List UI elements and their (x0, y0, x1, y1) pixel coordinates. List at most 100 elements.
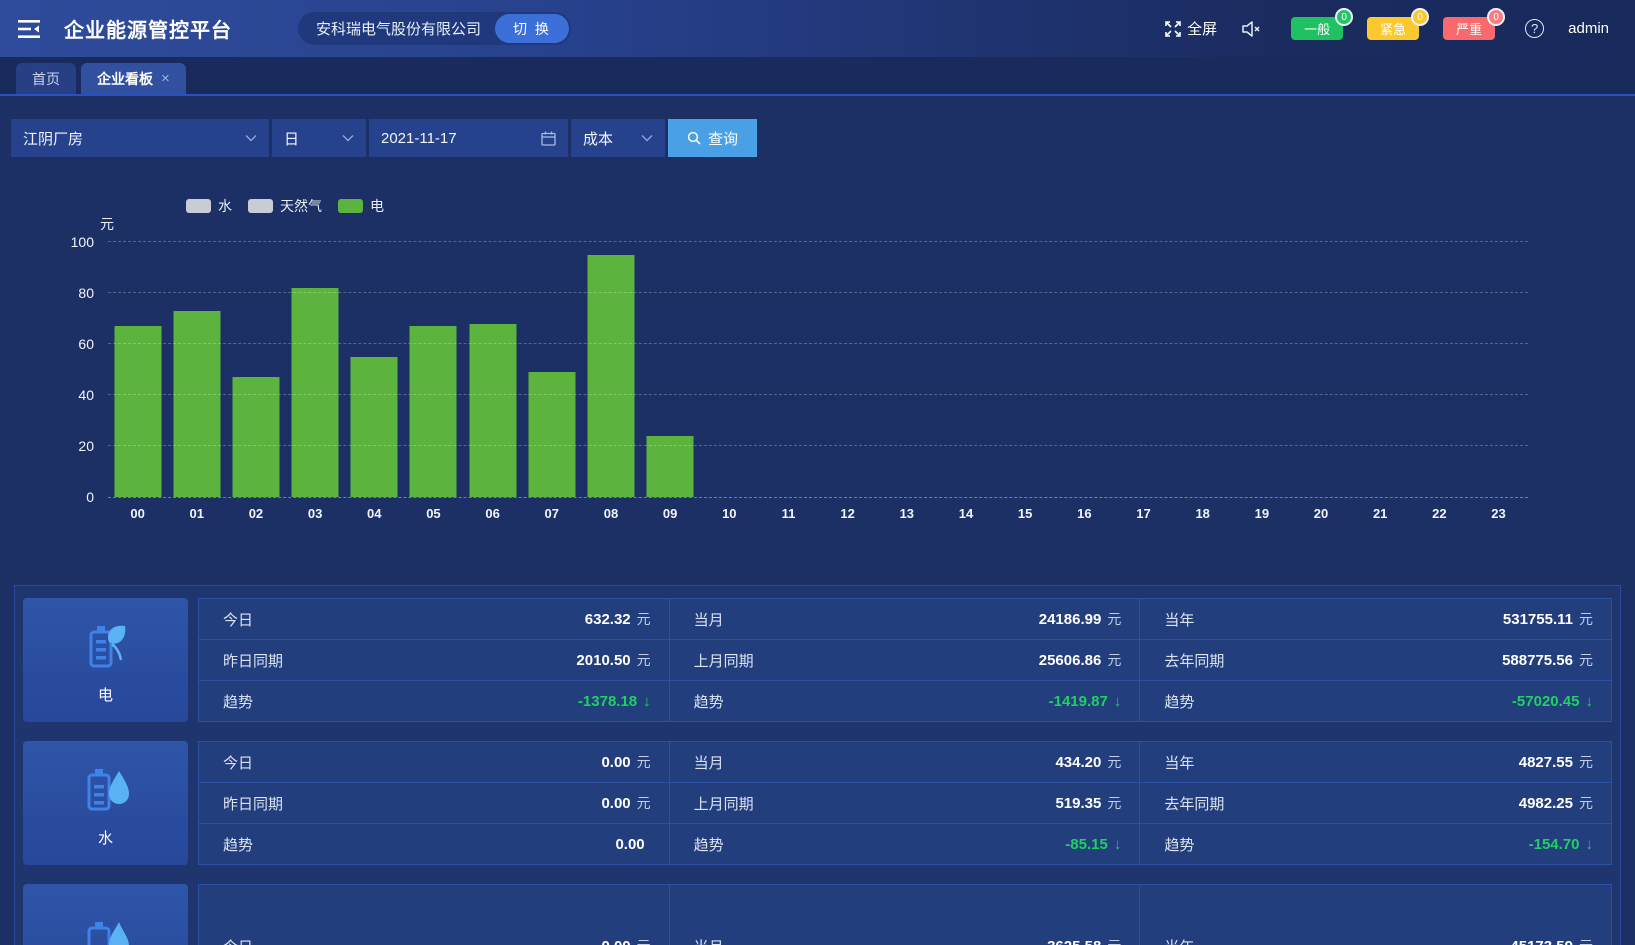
bar-slot (581, 243, 640, 497)
page-title: 企业能源管控平台 (64, 14, 232, 43)
period-select-value: 日 (284, 128, 299, 149)
x-axis-tick: 10 (700, 506, 759, 521)
cell-value: 45173.59 元 (1510, 936, 1593, 945)
alarm-badge[interactable]: 一般 0 (1291, 17, 1343, 40)
cell-value: 531755.11 元 (1503, 609, 1593, 629)
bar-slot (1351, 243, 1410, 497)
company-name: 安科瑞电气股份有限公司 (316, 18, 481, 39)
cell-label: 趋势 (1164, 834, 1194, 855)
card-column: 当月 24186.99 元 上月同期 25606.86 元 趋势 -1419.8… (670, 599, 1141, 721)
legend-label: 电 (370, 196, 384, 216)
cell-label: 趋势 (223, 691, 253, 712)
cell-label: 当月 (694, 609, 724, 630)
cell-label: 上月同期 (694, 650, 754, 671)
chevron-down-icon (641, 134, 653, 142)
user-menu[interactable]: admin (1568, 20, 1609, 37)
chevron-down-icon (342, 134, 354, 142)
tab[interactable]: 首页 (16, 63, 76, 94)
cell-value: -85.15 ↓ (1065, 836, 1121, 853)
card-column: 当年 531755.11 元 去年同期 588775.56 元 趋势 -5702… (1140, 599, 1611, 721)
alarm-badge-label: 严重 (1456, 19, 1482, 38)
switch-company-button[interactable]: 切 换 (495, 14, 569, 43)
sidebar-fold-icon[interactable] (16, 16, 42, 42)
cell-label: 当年 (1164, 936, 1194, 945)
x-axis-tick: 00 (108, 506, 167, 521)
site-select[interactable]: 江阴厂房 (11, 119, 269, 157)
card-column: 今日 0.00 元 (199, 885, 670, 945)
metric-select-value: 成本 (583, 128, 613, 149)
trend-down-icon: ↓ (643, 693, 651, 710)
legend-item[interactable]: 水 (186, 196, 232, 216)
table-cell: 趋势 -85.15 ↓ (670, 824, 1140, 864)
calendar-icon (541, 131, 556, 146)
chart-plot-area (108, 243, 1528, 498)
tab-label: 企业看板 (97, 69, 153, 89)
table-cell: 昨日同期 2010.50 元 (199, 640, 669, 681)
cell-label: 去年同期 (1164, 793, 1224, 814)
energy-card-label: 电 (98, 684, 113, 705)
cell-value: 519.35 元 (1055, 793, 1121, 813)
query-button[interactable]: 查询 (668, 119, 757, 157)
y-axis-tick: 0 (30, 489, 94, 505)
legend-item[interactable]: 电 (338, 196, 384, 216)
card-column: 今日 632.32 元 昨日同期 2010.50 元 趋势 -1378.18 ↓ (199, 599, 670, 721)
energy-card-table: 今日 0.00 元 昨日同期 0.00 元 趋势 0.00 当月 434.20 … (198, 741, 1612, 865)
table-cell: 今日 0.00 元 (199, 885, 669, 945)
app-header: 企业能源管控平台 安科瑞电气股份有限公司 切 换 全屏 一般 0 紧急 0 严重 (0, 0, 1635, 57)
cell-value: 2010.50 元 (576, 650, 650, 670)
search-icon (687, 131, 701, 145)
cell-label: 昨日同期 (223, 650, 283, 671)
date-picker[interactable]: 2021-11-17 (369, 119, 568, 157)
metric-select[interactable]: 成本 (571, 119, 665, 157)
mute-button[interactable] (1241, 20, 1261, 38)
trend-down-icon: ↓ (1585, 693, 1593, 710)
alarm-count-bubble: 0 (1487, 8, 1505, 26)
tab-close-icon[interactable]: × (161, 70, 170, 87)
alarm-badge[interactable]: 严重 0 (1443, 17, 1495, 40)
cell-value: 24186.99 元 (1039, 609, 1122, 629)
bar-slot (1469, 243, 1528, 497)
cell-label: 当月 (694, 752, 724, 773)
bar-slot (1291, 243, 1350, 497)
y-axis-tick: 80 (30, 285, 94, 301)
cell-value: 588775.56 元 (1502, 650, 1593, 670)
bar-slot (522, 243, 581, 497)
energy-summary-section: 电 今日 632.32 元 昨日同期 2010.50 元 趋势 -1378.18… (14, 585, 1621, 945)
battery-droplet-icon (75, 759, 137, 821)
cell-value: -1378.18 ↓ (578, 693, 651, 710)
x-axis-labels: 0001020304050607080910111213141516171819… (108, 506, 1528, 521)
help-icon[interactable]: ? (1525, 19, 1544, 38)
bar-slot (759, 243, 818, 497)
x-axis-tick: 05 (404, 506, 463, 521)
table-cell: 上月同期 25606.86 元 (670, 640, 1140, 681)
tab[interactable]: 企业看板 × (81, 63, 186, 94)
table-cell: 去年同期 588775.56 元 (1140, 640, 1611, 681)
x-axis-tick: 12 (818, 506, 877, 521)
energy-card-icon-box: 电 (23, 598, 188, 722)
table-cell: 今日 0.00 元 (199, 742, 669, 783)
bar-slot (1232, 243, 1291, 497)
cell-value: 0.00 (615, 836, 650, 853)
energy-card: 电 今日 632.32 元 昨日同期 2010.50 元 趋势 -1378.18… (23, 598, 1612, 722)
x-axis-tick: 15 (996, 506, 1055, 521)
cell-label: 趋势 (1164, 691, 1194, 712)
table-cell: 今日 632.32 元 (199, 599, 669, 640)
bar (232, 377, 279, 497)
cell-value: -154.70 ↓ (1529, 836, 1593, 853)
trend-down-icon: ↓ (1114, 836, 1122, 853)
energy-card-table: 今日 632.32 元 昨日同期 2010.50 元 趋势 -1378.18 ↓… (198, 598, 1612, 722)
fullscreen-button[interactable]: 全屏 (1165, 18, 1217, 39)
table-cell: 趋势 -154.70 ↓ (1140, 824, 1611, 864)
x-axis-tick: 02 (226, 506, 285, 521)
period-select[interactable]: 日 (272, 119, 366, 157)
alarm-badge[interactable]: 紧急 0 (1367, 17, 1419, 40)
bar (173, 311, 220, 497)
bar-slot (996, 243, 1055, 497)
bar-slot (700, 243, 759, 497)
x-axis-tick: 16 (1055, 506, 1114, 521)
legend-item[interactable]: 天然气 (248, 196, 322, 216)
table-cell: 趋势 -57020.45 ↓ (1140, 681, 1611, 721)
cell-label: 去年同期 (1164, 650, 1224, 671)
table-cell: 当年 45173.59 元 (1140, 885, 1611, 945)
legend-swatch (186, 199, 211, 213)
